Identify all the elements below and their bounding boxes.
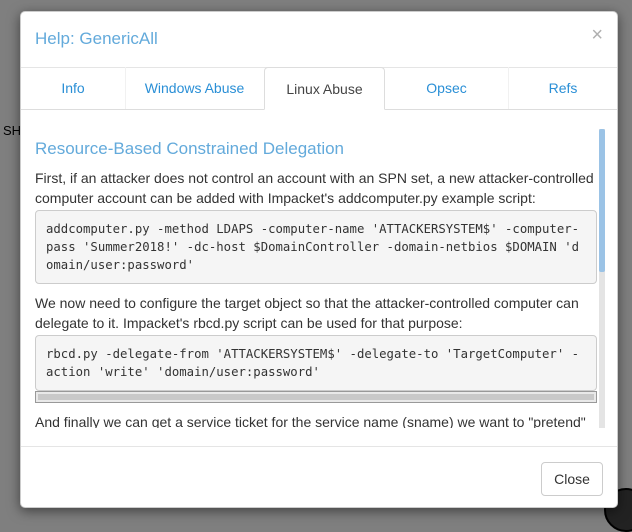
paragraph-addcomputer: First, if an attacker does not control a…: [35, 170, 594, 206]
tab-windows-abuse[interactable]: Windows Abuse: [126, 67, 263, 109]
background-text: SH: [3, 123, 22, 138]
close-icon[interactable]: ×: [591, 25, 603, 45]
tab-info[interactable]: Info: [21, 67, 125, 109]
code-block-addcomputer: addcomputer.py -method LDAPS -computer-n…: [35, 210, 597, 284]
tab-refs[interactable]: Refs: [509, 67, 617, 109]
code-block-rbcd: rbcd.py -delegate-from 'ATTACKERSYSTEM$'…: [35, 335, 597, 391]
content-scrollbar-thumb[interactable]: [599, 129, 605, 272]
section-heading: Resource-Based Constrained Delegation: [35, 139, 345, 158]
tab-linux-abuse[interactable]: Linux Abuse: [264, 67, 385, 110]
tab-opsec[interactable]: Opsec: [385, 67, 508, 109]
scrollbar-thumb[interactable]: [38, 394, 594, 400]
help-modal: Help: GenericAll × Info Windows Abuse Li…: [20, 11, 618, 508]
paragraph-rbcd: We now need to configure the target obje…: [35, 295, 579, 331]
code-horizontal-scrollbar[interactable]: [35, 391, 597, 403]
modal-header: Help: GenericAll ×: [21, 12, 617, 68]
tab-content[interactable]: Resource-Based Constrained Delegation Fi…: [35, 129, 605, 428]
tab-bar: Info Windows Abuse Linux Abuse Opsec Ref…: [21, 67, 617, 110]
modal-title: Help: GenericAll: [35, 29, 158, 48]
modal-footer: Close: [21, 446, 617, 509]
close-button[interactable]: Close: [541, 462, 603, 496]
paragraph-service-ticket: And finally we can get a service ticket …: [35, 414, 586, 428]
